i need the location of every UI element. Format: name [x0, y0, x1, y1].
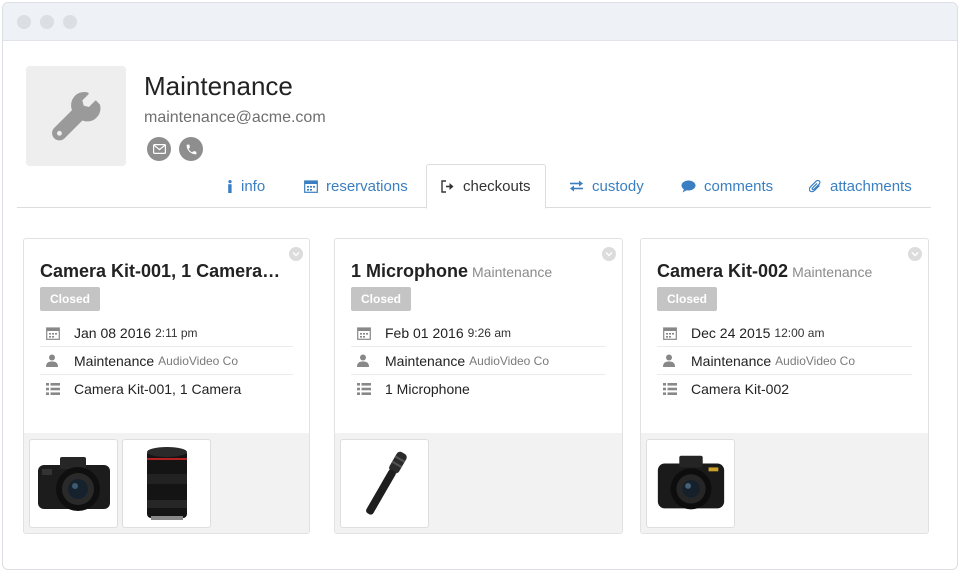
paperclip-icon [809, 179, 821, 193]
tab-label: info [241, 177, 266, 195]
chevron-down-icon[interactable] [289, 247, 303, 261]
list-icon [663, 383, 677, 395]
tab-reservations[interactable]: reservations [304, 164, 408, 208]
card-location: AudioVideo Co [775, 353, 856, 368]
list-icon [357, 383, 371, 395]
tab-label: checkouts [463, 178, 531, 195]
contact-actions [147, 137, 203, 161]
app-window: Maintenance maintenance@acme.com info re… [2, 2, 958, 570]
email-icon[interactable] [147, 137, 171, 161]
card-date: Dec 24 2015 [691, 324, 771, 341]
card-date-row: Jan 08 2016 2:11 pm [40, 319, 293, 347]
tab-label: reservations [326, 177, 408, 195]
card-items-row: Camera Kit-001, 1 Camera [40, 375, 293, 403]
window-close-button[interactable] [17, 14, 31, 29]
card-time: 12:00 am [774, 325, 825, 340]
thumbnail-dslr-camera[interactable] [29, 439, 118, 528]
status-badge: Closed [40, 287, 101, 311]
dslr-camera-image [37, 456, 110, 511]
card-time: 2:11 pm [155, 325, 198, 340]
card-user-row: Maintenance AudioVideo Co [657, 347, 912, 375]
phone-icon[interactable] [179, 137, 203, 161]
microphone-image [365, 451, 407, 515]
card-user[interactable]: Maintenance [385, 353, 465, 369]
avatar [26, 66, 126, 166]
card-items-row: Camera Kit-002 [657, 375, 912, 403]
tab-label: comments [704, 177, 774, 195]
info-icon [228, 179, 232, 193]
card-items: Camera Kit-002 [691, 381, 790, 397]
card-date: Jan 08 2016 [74, 324, 152, 341]
tab-label: custody [592, 177, 644, 195]
window-minimize-button[interactable] [40, 14, 54, 29]
checkout-card[interactable]: 1 Microphone Maintenance Closed Feb 01 20… [334, 238, 623, 534]
card-location: AudioVideo Co [469, 353, 550, 368]
tab-info[interactable]: info [227, 164, 265, 208]
tab-checkouts[interactable]: checkouts [426, 164, 546, 209]
exchange-icon [570, 180, 583, 192]
calendar-icon [357, 326, 371, 340]
window-maximize-button[interactable] [63, 14, 77, 29]
card-time: 9:26 am [467, 325, 511, 340]
card-items-row: 1 Microphone [351, 375, 606, 403]
user-icon [663, 354, 675, 367]
card-user[interactable]: Maintenance [691, 353, 771, 369]
user-icon [46, 354, 58, 367]
checkout-card[interactable]: Camera Kit-002 Maintenance Closed Dec 24 … [640, 238, 929, 534]
card-items: Camera Kit-001, 1 Camera [74, 381, 242, 397]
status-badge: Closed [351, 287, 412, 311]
camera-lens-image [146, 446, 187, 520]
card-date-row: Dec 24 2015 12:00 am [657, 319, 912, 347]
profile-name: Maintenance [144, 71, 293, 101]
tab-bar: info reservations checkouts custody comm… [17, 164, 931, 209]
comment-icon [681, 180, 696, 192]
card-title[interactable]: 1 Microphone Maintenance [351, 261, 606, 282]
card-items: 1 Microphone [385, 381, 470, 397]
profile-email[interactable]: maintenance@acme.com [144, 109, 326, 127]
checkout-card[interactable]: Camera Kit-001, 1 Camera… Closed Jan 08 … [23, 238, 310, 534]
chevron-down-icon[interactable] [908, 247, 922, 261]
wrench-icon [52, 92, 101, 141]
thumbnail-dslr-camera[interactable] [646, 439, 735, 528]
card-date: Feb 01 2016 [385, 324, 464, 341]
chevron-down-icon[interactable] [602, 247, 616, 261]
card-user-row: Maintenance AudioVideo Co [351, 347, 606, 375]
tab-attachments[interactable]: attachments [809, 164, 912, 208]
tab-custody[interactable]: custody [569, 164, 644, 208]
window-titlebar [3, 3, 957, 41]
card-date-row: Feb 01 2016 9:26 am [351, 319, 606, 347]
card-owner: Maintenance [472, 264, 553, 280]
calendar-icon [46, 326, 60, 340]
user-icon [357, 354, 369, 367]
thumbnail-camera-lens[interactable] [122, 439, 211, 528]
card-location: AudioVideo Co [158, 353, 239, 368]
thumbnail-strip [335, 433, 622, 533]
tab-comments[interactable]: comments [681, 164, 773, 208]
list-icon [46, 383, 60, 395]
card-user[interactable]: Maintenance [74, 353, 154, 369]
card-owner: Maintenance [792, 264, 873, 280]
status-badge: Closed [657, 287, 718, 311]
calendar-icon [663, 326, 677, 340]
card-title[interactable]: Camera Kit-002 Maintenance [657, 261, 912, 282]
card-user-row: Maintenance AudioVideo Co [40, 347, 293, 375]
thumbnail-strip [24, 433, 309, 533]
thumbnail-strip [641, 433, 928, 533]
dslr-camera-image [657, 455, 724, 509]
card-title[interactable]: Camera Kit-001, 1 Camera… [40, 261, 293, 282]
tab-label: attachments [830, 177, 912, 195]
thumbnail-microphone[interactable] [340, 439, 429, 528]
calendar-icon [304, 180, 318, 193]
sign-out-icon [441, 180, 454, 193]
